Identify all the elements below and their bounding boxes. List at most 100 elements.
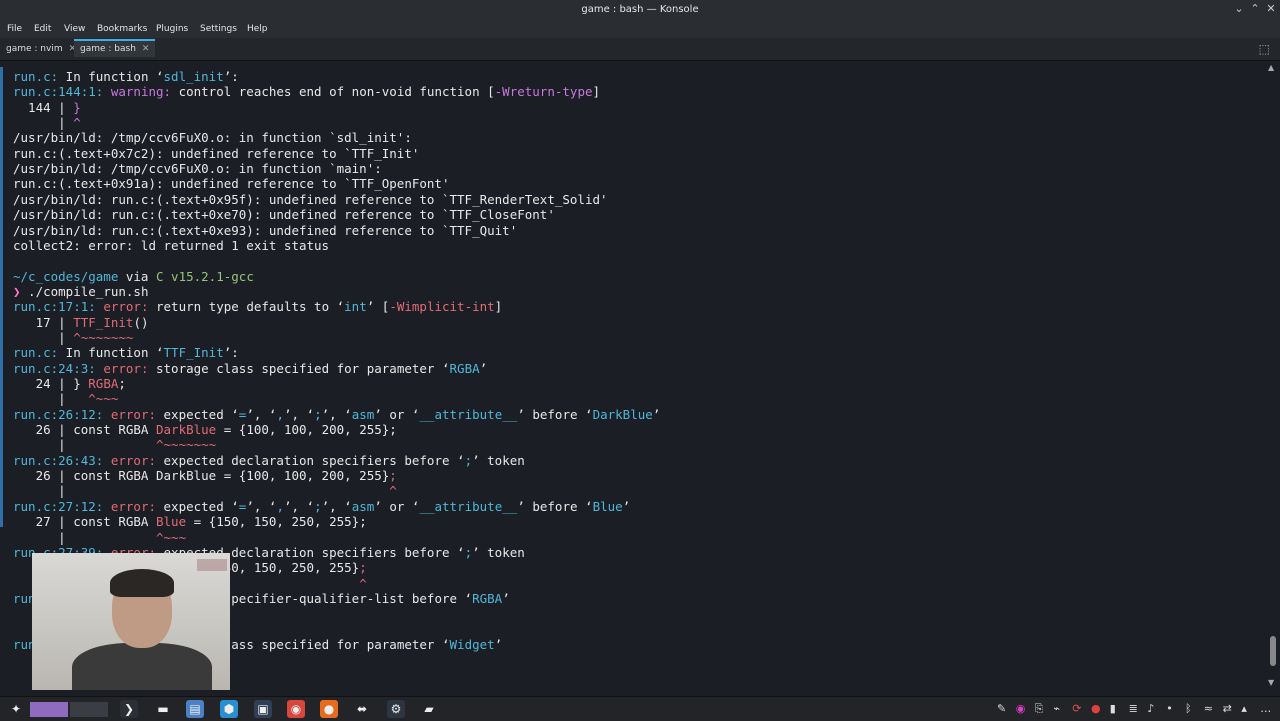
terminal-text: |	[13, 437, 156, 453]
update-icon[interactable]: ⟳	[1072, 702, 1081, 716]
terminal-text: |	[13, 483, 390, 499]
terminal-line: collect2: error: ld returned 1 exit stat…	[13, 238, 329, 253]
terminal-line: /usr/bin/ld: /tmp/ccv6FuX0.o: in functio…	[13, 161, 382, 176]
scroll-down-icon[interactable]: ▼	[1268, 678, 1274, 687]
terminal-text: 17 |	[13, 314, 74, 330]
terminal-text: run.c:144:1:	[13, 84, 104, 100]
terminal-line: 24 | } RGBA;	[13, 376, 126, 391]
minimize-icon[interactable]: ⌄	[1232, 2, 1246, 16]
terminal-line: run.c:27:12: error: expected ‘=’, ‘,’, ‘…	[13, 499, 630, 514]
terminal-text: run.c:24:3:	[13, 360, 96, 376]
tab-nvim[interactable]: game : nvim ✕	[0, 41, 82, 57]
menu-help[interactable]: Help	[247, 24, 268, 34]
steam-icon[interactable]: ⚙	[387, 700, 405, 718]
terminal-text: In function ‘	[58, 69, 164, 84]
terminal-text: ’	[622, 498, 631, 514]
terminal-text: 27 | const RGBA	[13, 514, 156, 530]
menu-file[interactable]: File	[7, 24, 22, 34]
terminal-text: Blue	[592, 498, 623, 514]
terminal-text: ()	[133, 314, 149, 330]
terminal-text: ’:	[223, 69, 239, 84]
volume-icon[interactable]: ♪	[1147, 702, 1154, 716]
bluetooth-icon[interactable]: ᛒ	[1185, 702, 1192, 716]
terminal-line: run.c:(.text+0x7c2): undefined reference…	[13, 146, 419, 161]
terminal-scrollbar[interactable]: ▲ ▼	[1268, 61, 1276, 690]
network-icon[interactable]: ⌁	[1053, 702, 1060, 716]
wifi-icon[interactable]: ≈	[1204, 702, 1213, 716]
terminal-text: ’	[652, 406, 661, 422]
terminal-text: storage class specified for parameter ‘	[148, 360, 450, 376]
terminal-icon[interactable]: ❯	[120, 700, 138, 718]
new-tab-icon[interactable]: ⬚	[1259, 42, 1270, 56]
terminal-text: int	[344, 299, 367, 315]
terminal-text: ~/c_codes/game	[13, 268, 119, 284]
screenshot-icon[interactable]: ▣	[254, 700, 272, 718]
usb-icon[interactable]: ⇄	[1223, 702, 1232, 716]
terminal-text: /usr/bin/ld: run.c:(.text+0xe93): undefi…	[13, 222, 518, 238]
webcam-background-object	[197, 559, 227, 571]
scroll-up-icon[interactable]: ▲	[1268, 63, 1274, 72]
terminal-text: ,	[276, 406, 284, 422]
terminal-text: ’ or ‘	[374, 406, 420, 422]
notes-icon[interactable]: ≣	[1129, 702, 1138, 716]
terminal-line: run.c: In function ‘TTF_Init’:	[13, 345, 239, 360]
terminal-text: ❯	[13, 283, 21, 299]
terminal-text: return type defaults to ‘	[148, 299, 345, 315]
workspace-pager-1[interactable]	[30, 702, 68, 717]
terminal-line: | ^	[13, 115, 81, 130]
start-menu-icon[interactable]: ✦	[7, 700, 25, 718]
files-icon[interactable]: ▤	[186, 700, 204, 718]
clipboard-icon[interactable]: ⎘	[1035, 702, 1044, 716]
menu-edit[interactable]: Edit	[34, 24, 51, 34]
terminal-text: -Wimplicit-int	[389, 299, 495, 315]
terminal-text: run.c:17:1:	[13, 299, 96, 315]
menu-view[interactable]: View	[64, 24, 85, 34]
terminal-text: ;	[389, 468, 397, 484]
menu-settings[interactable]: Settings	[200, 24, 237, 34]
terminal-line: | ^~~~~~~~	[13, 330, 133, 345]
terminal-text: ;	[118, 376, 126, 391]
terminal-text: ^~~~~~~~	[73, 329, 134, 345]
kdeconnect-icon[interactable]: ⬌	[353, 700, 371, 718]
chrome-icon[interactable]: ◉	[287, 700, 305, 718]
pen-icon[interactable]: ✎	[997, 702, 1006, 716]
firefox-icon[interactable]: ●	[320, 700, 338, 718]
rec-dot-icon[interactable]: ●	[1091, 702, 1101, 716]
terminal-text: 144 |	[13, 99, 74, 115]
terminal-text: run.c:27:12:	[13, 498, 104, 514]
desktop-icon[interactable]: ▬	[154, 700, 172, 718]
tray-arrow-icon[interactable]: ▴	[1241, 702, 1247, 716]
mic-icon[interactable]: •	[1166, 702, 1173, 716]
menu-bookmarks[interactable]: Bookmarks	[97, 24, 147, 34]
terminal-text: run.c:26:12:	[13, 406, 104, 422]
terminal-text: DarkBlue	[156, 422, 217, 438]
record-icon[interactable]: ◉	[1016, 702, 1026, 716]
menu-plugins[interactable]: Plugins	[156, 24, 188, 34]
terminal-line: | ^	[13, 483, 397, 498]
terminal-text: ’:	[223, 345, 239, 361]
menu-bar: File Edit View Bookmarks Plugins Setting…	[0, 20, 1280, 38]
terminal-line: 26 | const RGBA DarkBlue = {100, 100, 20…	[13, 422, 397, 437]
terminal-text: ’	[479, 360, 488, 376]
more-icon[interactable]: …	[1260, 702, 1271, 716]
terminal-text: ;	[314, 498, 322, 514]
terminal-text: ’, ‘	[321, 498, 352, 514]
terminal-text: TTF_Init	[163, 345, 224, 361]
close-tab-icon[interactable]: ✕	[142, 44, 150, 54]
terminal-line: ~/c_codes/game via C v15.2.1-gcc	[13, 269, 254, 284]
workspace-pager-2[interactable]	[70, 702, 108, 717]
gamepad-icon[interactable]: ▰	[420, 700, 438, 718]
terminal-text: |	[13, 529, 156, 545]
terminal-text: In function ‘	[58, 345, 164, 361]
maximize-icon[interactable]: ⌃	[1248, 2, 1262, 16]
scrollbar-thumb[interactable]	[1270, 636, 1276, 666]
vscode-icon[interactable]: ⬢	[220, 700, 238, 718]
terminal-text: Blue	[156, 514, 187, 530]
close-icon[interactable]: ✕	[1264, 2, 1278, 16]
terminal-text: ’ before ‘	[517, 406, 593, 422]
terminal-text: TTF_Init	[73, 314, 134, 330]
tab-bash[interactable]: game : bash ✕	[74, 39, 156, 57]
terminal-text: error:	[103, 498, 156, 514]
battery-icon[interactable]: ▮	[1110, 702, 1116, 716]
terminal-line: | ^~~~~~~~	[13, 437, 216, 452]
